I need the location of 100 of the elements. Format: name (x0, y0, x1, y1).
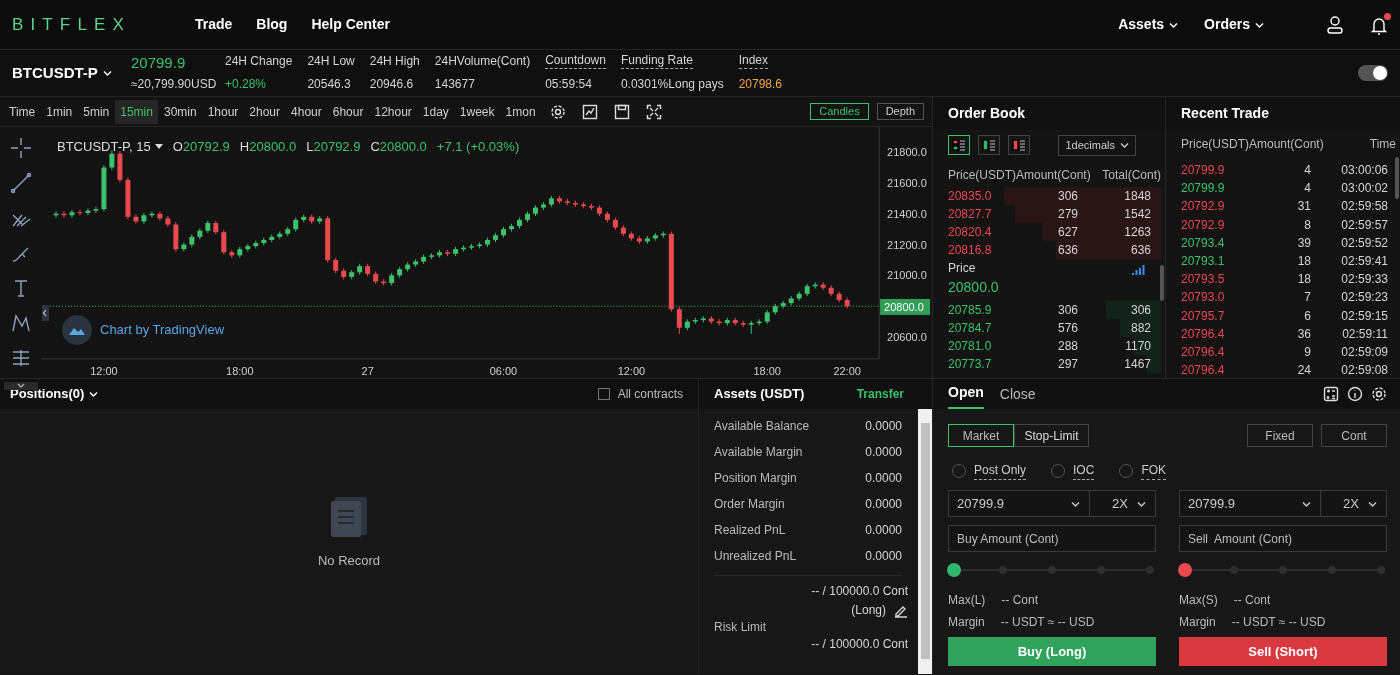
column-header: Amount(Cont) (1249, 136, 1324, 153)
interval-tab[interactable]: 6hour (327, 99, 369, 124)
view-tab[interactable]: Candles (810, 103, 869, 120)
view-tab[interactable]: Depth (876, 103, 924, 120)
candle (301, 214, 307, 223)
settings-icon[interactable] (549, 103, 566, 120)
candle (413, 258, 419, 268)
order-tab[interactable]: Close (999, 378, 1036, 409)
nav-dropdown[interactable]: Assets (1118, 14, 1179, 35)
interval-tab[interactable]: 5min (78, 99, 115, 124)
nav-link[interactable]: Help Center (311, 14, 390, 35)
candle (197, 227, 203, 240)
order-tab[interactable]: Open (948, 376, 984, 409)
candle (61, 210, 67, 219)
interval-tab[interactable]: 30min (158, 99, 202, 124)
decimals-dropdown[interactable]: 1decimals (1058, 135, 1136, 156)
info-icon[interactable] (1347, 386, 1363, 402)
field-label: Max(S) (1179, 592, 1218, 609)
interval-tab[interactable]: 2hour (244, 99, 286, 124)
column-header: Amount(Cont) (1016, 166, 1091, 184)
ohlc-value: H20800.0 (239, 138, 297, 156)
scrollbar[interactable] (1395, 157, 1399, 199)
axis-label: 18:00 (226, 364, 254, 377)
chart-symbol[interactable]: BTCUSDT-P, 15 (57, 137, 151, 157)
field-value: -- USDT ≈ -- USD (1000, 614, 1095, 631)
axis-label: 20600.0 (887, 331, 927, 343)
order-type-button[interactable]: Market (948, 424, 1014, 447)
scrollbar[interactable] (918, 409, 932, 674)
nav-link[interactable]: Blog (256, 14, 288, 35)
amount-input[interactable]: Buy Amount (Cont) (948, 525, 1156, 552)
candle (253, 240, 259, 249)
leverage-select[interactable]: 2X (1321, 490, 1387, 517)
save-icon[interactable] (613, 103, 630, 120)
candle (564, 198, 570, 206)
interval-tab[interactable]: 1week (454, 99, 500, 124)
collapse-button[interactable] (3, 382, 38, 390)
interval-tab[interactable]: 1min (41, 99, 78, 124)
candle (349, 269, 355, 280)
trend-line-icon[interactable] (9, 172, 32, 194)
tradingview-logo-icon (62, 315, 92, 345)
candle (453, 246, 458, 257)
table-cell-text: 36 (1296, 325, 1311, 343)
interval-tab[interactable]: 12hour (369, 99, 417, 124)
candle (405, 261, 411, 272)
unit-button[interactable]: Fixed (1247, 424, 1313, 447)
toggle-switch[interactable] (1358, 65, 1388, 81)
candle (141, 212, 147, 225)
stat-label[interactable]: Funding Rate (620, 53, 693, 69)
chart-credit[interactable]: Chart by TradingView (100, 320, 225, 340)
nav-link[interactable]: Trade (194, 14, 233, 35)
interval-tab[interactable]: Time (4, 99, 41, 124)
position-side: (Long) (851, 603, 886, 618)
candle (293, 217, 299, 232)
nav-dropdown[interactable]: Orders (1204, 14, 1264, 35)
scrollbar[interactable] (1160, 265, 1164, 301)
slider-thumb[interactable] (947, 563, 961, 577)
candle (684, 318, 690, 331)
fullscreen-icon[interactable] (645, 103, 662, 120)
table-cell-text: 20796.4 (1181, 325, 1226, 343)
interval-tab[interactable]: 1mon (500, 99, 541, 124)
interval-tab[interactable]: 1day (417, 99, 454, 124)
candle (628, 230, 634, 242)
collapse-tab[interactable] (42, 305, 49, 321)
interval-tab[interactable]: 4hour (286, 99, 327, 124)
sell-button[interactable]: Sell (Short) (1179, 637, 1387, 666)
candle (572, 200, 578, 208)
depth-mode-button[interactable] (1008, 135, 1030, 156)
interval-tab[interactable]: 15min (115, 99, 158, 124)
axis-label: 21600.0 (887, 176, 927, 189)
unit-button[interactable]: Cont (1321, 424, 1387, 447)
transfer-link[interactable]: Transfer (856, 385, 904, 403)
chevron-icon (42, 309, 48, 317)
order-type-button[interactable]: Stop-Limit (1014, 424, 1089, 447)
crosshair-icon[interactable] (9, 137, 32, 159)
price-select[interactable]: 20799.9 (948, 490, 1090, 517)
positions-dropdown[interactable]: Positions(0) (10, 384, 99, 404)
interval-tab[interactable]: 1hour (202, 99, 244, 124)
leverage-select[interactable]: 2X (1090, 490, 1156, 517)
indicator-icon[interactable] (581, 103, 598, 120)
option-label: Post Only (974, 461, 1027, 480)
candle (788, 295, 794, 306)
depth-mode-button[interactable] (948, 135, 970, 156)
symbol-selector[interactable]: BTCUSDT-P (12, 61, 131, 85)
table-cell-text: 20793.0 (1181, 289, 1226, 307)
stat-label[interactable]: Countdown (545, 53, 606, 69)
user-icon[interactable] (1326, 14, 1344, 35)
settings-icon[interactable] (1371, 386, 1387, 402)
pattern-icon[interactable] (9, 312, 32, 334)
empty-message: No Record (317, 552, 381, 570)
price-select[interactable]: 20799.9 (1179, 490, 1321, 517)
candle (173, 221, 179, 252)
checkbox[interactable] (597, 388, 610, 400)
candle (445, 249, 450, 257)
table-cell-text: 03:00:06 (1340, 162, 1388, 180)
stat-label[interactable]: Index (738, 53, 768, 69)
slider-thumb[interactable] (1178, 563, 1192, 577)
table-cell-text: 20835.0 (948, 187, 993, 205)
depth-mode-button[interactable] (978, 135, 1000, 156)
amount-input[interactable]: Sell Amount (Cont) (1179, 525, 1387, 552)
calculator-icon[interactable] (1323, 386, 1339, 402)
